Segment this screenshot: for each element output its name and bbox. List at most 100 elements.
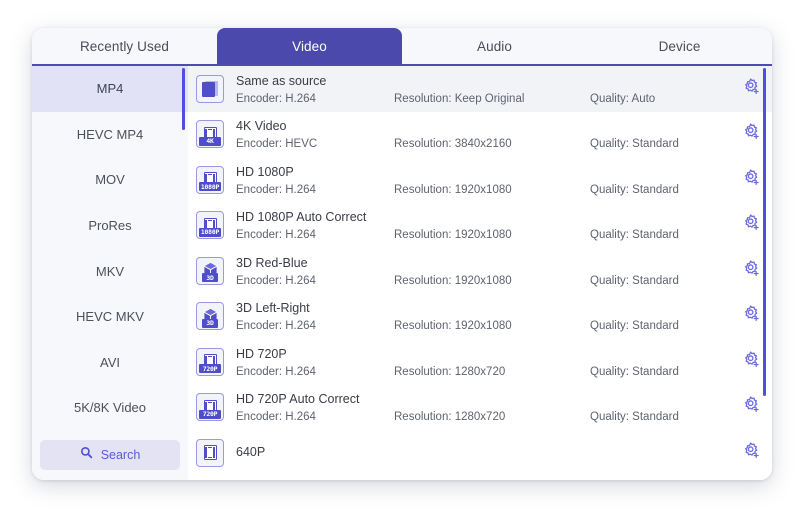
preset-title: 3D Left-Right [236,301,310,316]
preset-quality: Quality: Standard [590,138,679,151]
settings-add-icon [742,77,761,101]
preset-resolution: Resolution: 1920x1080 [394,183,512,196]
cube-icon: 3D [196,256,224,285]
preset-resolution: Resolution: 1280x720 [394,365,506,378]
preset-title: HD 720P Auto Correct [236,392,360,407]
preset-text-block: 3D Red-Blue Encoder: H.264 Resolution: 192… [236,248,730,294]
preset-encoder: Encoder: H.264 [236,320,316,333]
sidebar-item-mp4[interactable]: MP4 [32,66,188,112]
preset-meta: Encoder: H.264 Resolution: 1280x720 Qualit… [236,410,730,424]
preset-text-block: 4K Video Encoder: HEVC Resolution: 3840x21… [236,112,730,158]
sidebar-item-mov[interactable]: MOV [32,157,188,203]
sidebar-item-5k-8k-video[interactable]: 5K/8K Video [32,385,188,431]
same-as-source-icon [196,74,224,103]
resolution-badge: 720P [199,409,221,419]
preset-row[interactable]: 3D 3D Red-Blue Encoder: H.264 Resolution: 1… [188,248,772,294]
sidebar-item-label: MOV [95,172,125,188]
format-sidebar: MP4 HEVC MP4 MOV ProRes MKV HEVC MKV AVI 5K/8K … [32,66,188,480]
preset-settings-button[interactable] [730,441,772,465]
format-list: MP4 HEVC MP4 MOV ProRes MKV HEVC MKV AVI 5K/8K … [32,66,188,436]
settings-add-icon [742,213,761,237]
resolution-badge: 3D [202,318,218,328]
preset-meta: Encoder: H.264 Resolution: 1280x720 Qualit… [236,365,730,379]
film-strip [203,445,217,461]
preset-row[interactable]: 3D 3D Left-Right Encoder: H.264 Resolution:… [188,294,772,340]
preset-meta: Encoder: H.264 Resolution: 1920x1080 Quali… [236,274,730,288]
preset-quality: Quality: Standard [590,274,679,287]
tab-label: Video [292,38,327,54]
preset-picker-window: Recently Used Video Audio Device MP4 HEVC MP… [32,28,772,480]
preset-meta: Encoder: HEVC Resolution: 3840x2160 Qualit… [236,137,730,151]
preset-text-block: HD 720P Encoder: H.264 Resolution: 1280x72… [236,339,730,385]
settings-add-icon [742,122,761,146]
sidebar-item-label: MP4 [96,81,124,97]
preset-text-block: 3D Left-Right Encoder: H.264 Resolution: 1… [236,294,730,340]
settings-add-icon [742,395,761,419]
preset-encoder: Encoder: H.264 [236,92,316,105]
sidebar-item-prores[interactable]: ProRes [32,203,188,249]
preset-text-block: Same as source Encoder: H.264 Resolution: … [236,66,730,112]
resolution-badge: 720P [199,364,221,374]
sidebar-item-label: ProRes [88,218,132,234]
sidebar-item-hevc-mkv[interactable]: HEVC MKV [32,294,188,340]
sidebar-item-label: AVI [100,354,120,370]
tab-device[interactable]: Device [587,28,772,64]
tab-label: Device [658,38,701,54]
preset-meta: Encoder: H.264 Resolution: 1920x1080 Quali… [236,183,730,197]
sidebar-item-avi[interactable]: AVI [32,340,188,386]
preset-text-block: HD 720P Auto Correct Encoder: H.264 Resolu… [236,385,730,431]
preset-title: Same as source [236,73,327,88]
sidebar-item-label: 5K/8K Video [73,400,147,416]
preset-list-scrollbar[interactable] [762,68,766,396]
tab-audio[interactable]: Audio [402,28,587,64]
preset-row[interactable]: 720P HD 720P Encoder: H.264 Resolution: 128… [188,339,772,385]
preset-quality: Quality: Standard [590,411,679,424]
preset-quality: Quality: Auto [590,92,656,105]
preset-resolution: Resolution: 1920x1080 [394,229,512,242]
film-icon: 720P [196,347,224,376]
preset-encoder: Encoder: H.264 [236,365,316,378]
preset-resolution: Resolution: 3840x2160 [394,138,512,151]
resolution-badge: 3D [202,273,218,283]
film-icon: 720P [196,393,224,422]
preset-quality: Quality: Standard [590,229,679,242]
preset-settings-button[interactable] [730,395,772,419]
preset-row[interactable]: Same as source Encoder: H.264 Resolution: … [188,66,772,112]
preset-meta: Encoder: H.264 Resolution: 1920x1080 Quali… [236,319,730,333]
sidebar-item-hevc-mp4[interactable]: HEVC MP4 [32,112,188,158]
film-icon: 1080P [196,211,224,240]
settings-add-icon [742,168,761,192]
preset-encoder: Encoder: H.264 [236,411,316,424]
sidebar-item-mkv[interactable]: MKV [32,248,188,294]
preset-meta: Encoder: H.264 Resolution: Keep Original Q… [236,92,730,106]
sidebar-scrollbar[interactable] [182,68,185,130]
preset-list-panel: Same as source Encoder: H.264 Resolution: … [188,66,772,480]
settings-add-icon [742,304,761,328]
preset-row[interactable]: 1080P HD 1080P Encoder: H.264 Resolution: 1… [188,157,772,203]
search-button[interactable]: Search [40,440,180,470]
source-square-front [202,81,215,97]
preset-quality: Quality: Standard [590,320,679,333]
film-icon: 1080P [196,165,224,194]
tab-label: Recently Used [79,38,170,54]
preset-quality: Quality: Standard [590,365,679,378]
preset-row[interactable]: 1080P HD 1080P Auto Correct Encoder: H.264… [188,203,772,249]
sidebar-item-label: HEVC MKV [76,309,144,325]
preset-row[interactable]: 640P [188,430,772,476]
preset-rows: Same as source Encoder: H.264 Resolution: … [188,66,772,476]
preset-row[interactable]: 720P HD 720P Auto Correct Encoder: H.264 Re… [188,385,772,431]
film-icon: 4K [196,120,224,149]
cube-icon: 3D [196,302,224,331]
tab-recently-used[interactable]: Recently Used [32,28,217,64]
search-icon [80,446,93,464]
preset-title: 4K Video [236,119,287,134]
preset-title: HD 1080P Auto Correct [236,210,367,225]
settings-add-icon [742,350,761,374]
sidebar-item-label: MKV [95,263,125,279]
preset-title: 3D Red-Blue [236,255,308,270]
tab-video[interactable]: Video [217,28,402,64]
preset-encoder: Encoder: H.264 [236,183,316,196]
preset-meta: Encoder: H.264 Resolution: 1920x1080 Quali… [236,228,730,242]
preset-encoder: Encoder: HEVC [236,138,318,151]
preset-row[interactable]: 4K 4K Video Encoder: HEVC Resolution: 3840x… [188,112,772,158]
